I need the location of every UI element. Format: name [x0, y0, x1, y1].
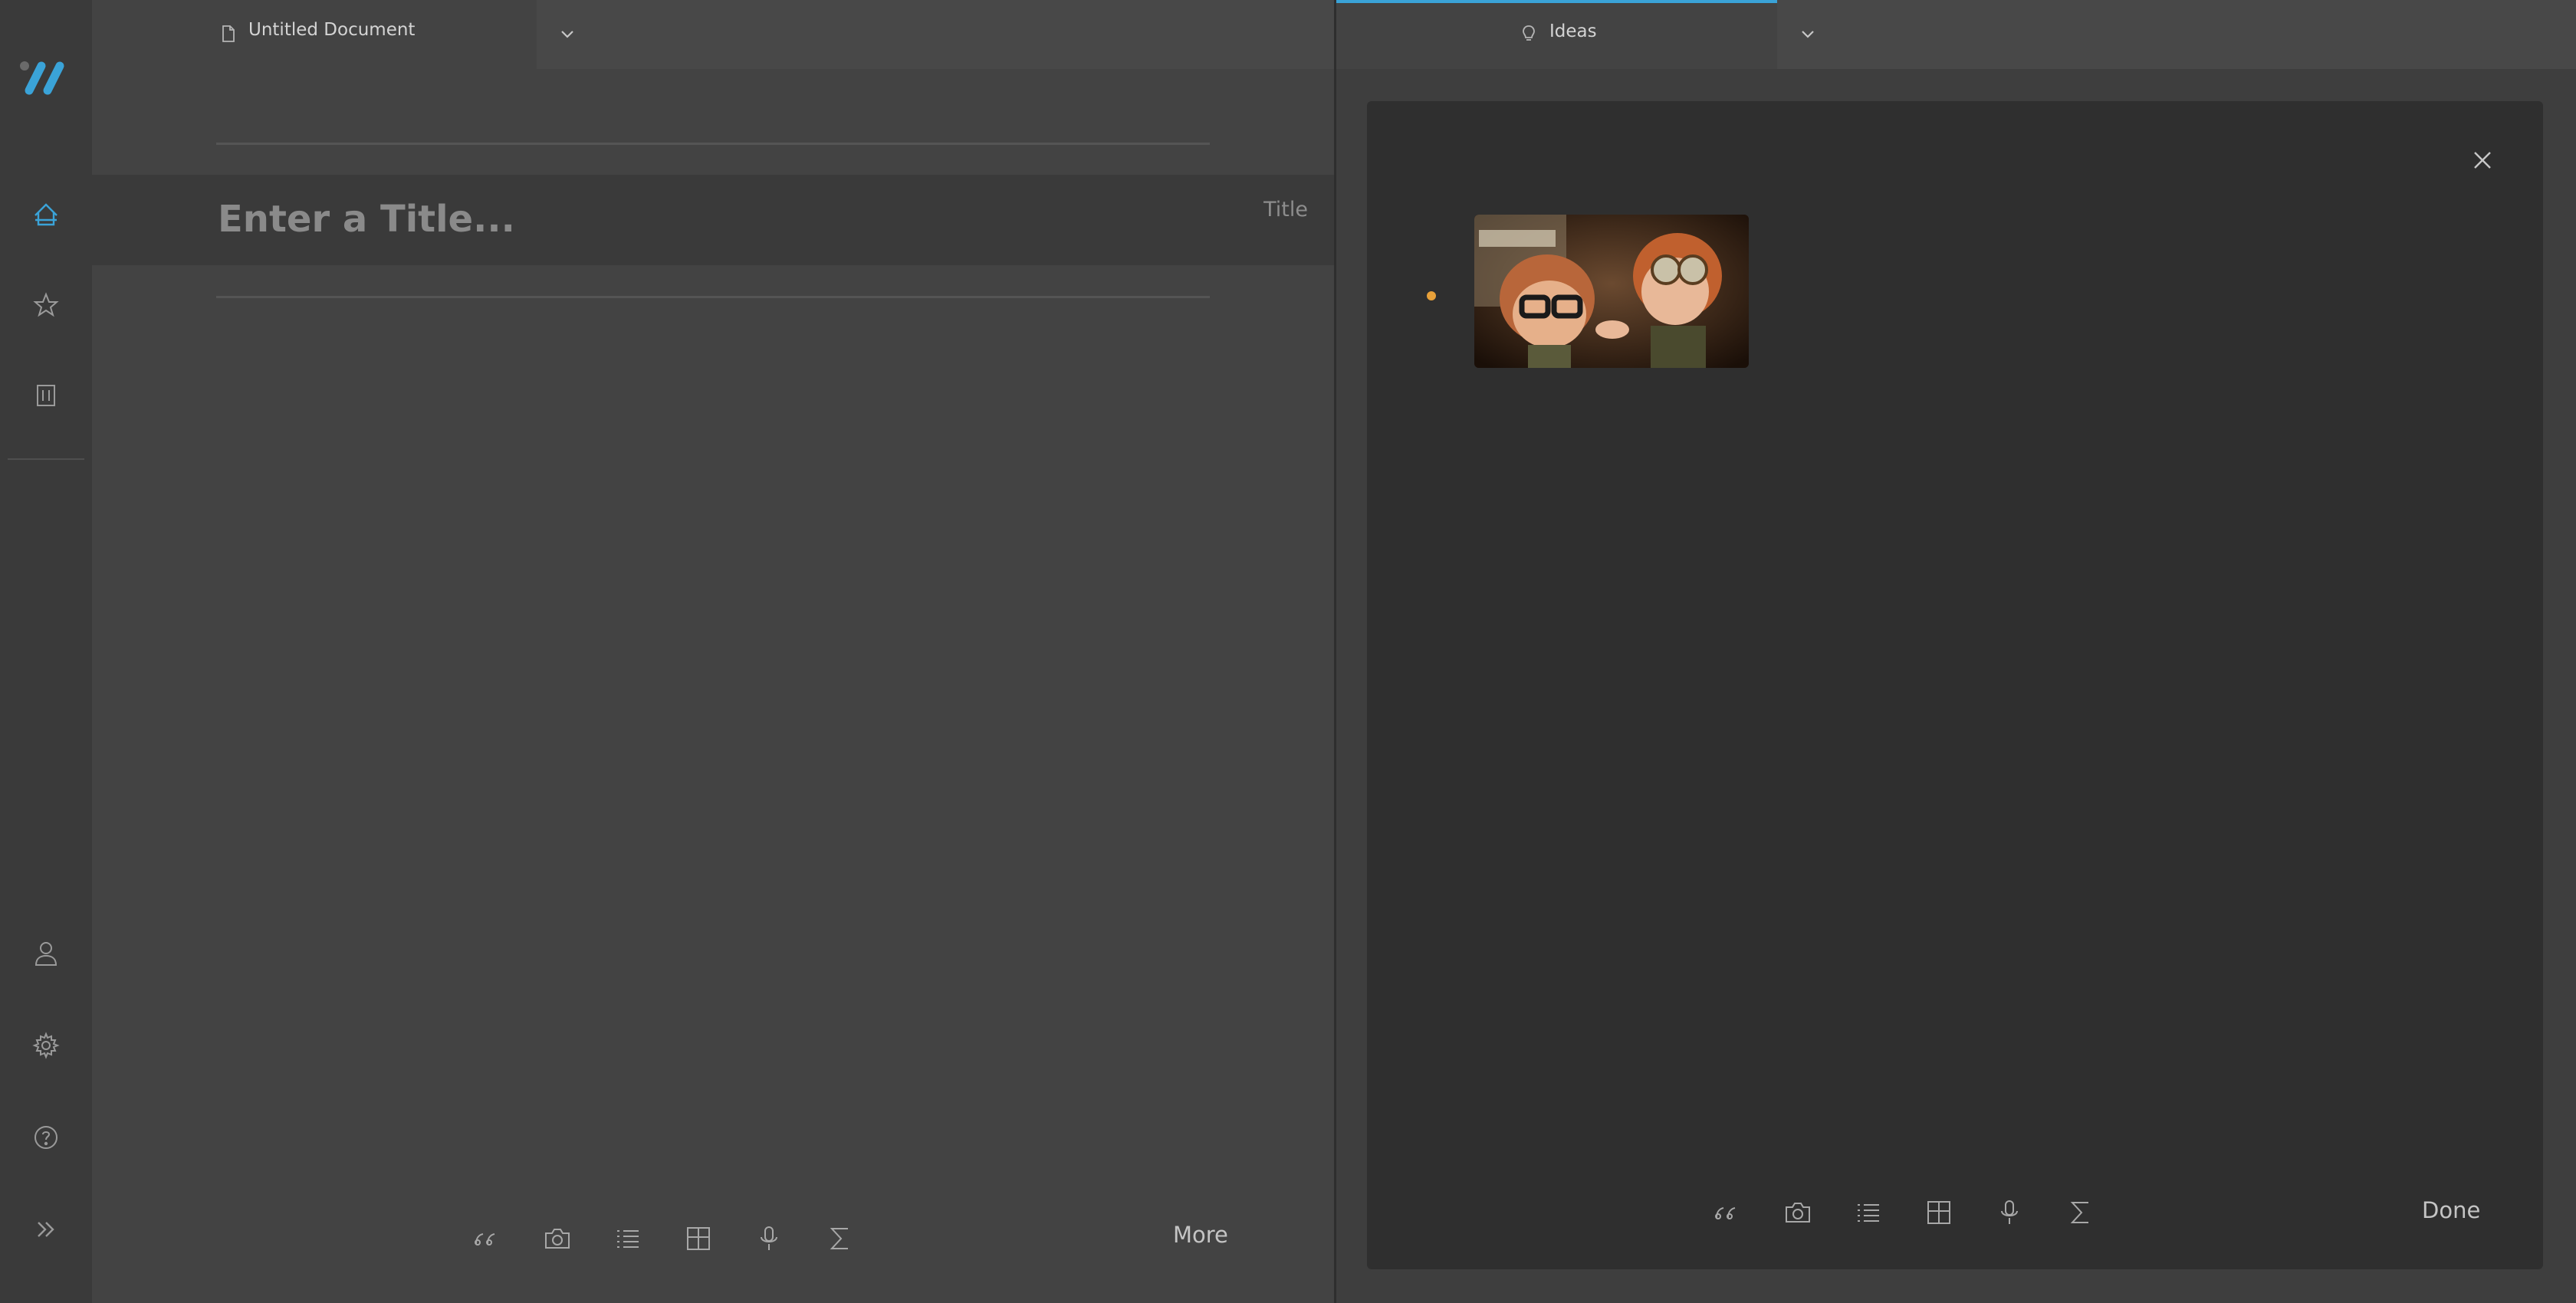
tab-label: Ideas [1549, 21, 1597, 41]
title-style-tag[interactable]: Title [1263, 198, 1308, 222]
list-icon [615, 1228, 641, 1249]
close-icon [2472, 149, 2493, 171]
lightbulb-icon [1522, 25, 1536, 43]
formula-button[interactable] [816, 1216, 863, 1262]
camera-button[interactable] [534, 1216, 580, 1262]
document-icon [221, 25, 236, 43]
tab-untitled-document[interactable]: Untitled Document [92, 0, 537, 69]
help-icon [33, 1124, 59, 1150]
bottom-rule [216, 296, 1210, 298]
sidebar-item-help[interactable] [23, 1114, 69, 1160]
document-pane: Untitled Document Title [92, 0, 1334, 1303]
star-icon [33, 292, 59, 318]
camera-icon [544, 1227, 571, 1250]
chevron-down-icon [1800, 29, 1815, 40]
sidebar-item-expand[interactable] [23, 1206, 69, 1252]
tab-menu-button[interactable] [537, 0, 598, 69]
microphone-icon [758, 1225, 780, 1252]
sidebar-item-account[interactable] [23, 930, 69, 976]
attached-image[interactable] [1474, 215, 1749, 368]
table-button[interactable] [675, 1216, 721, 1262]
app-logo[interactable] [18, 60, 77, 97]
sidebar-item-home[interactable] [23, 192, 69, 238]
table-icon [685, 1226, 711, 1252]
chevron-down-icon [560, 29, 575, 40]
microphone-button[interactable] [746, 1216, 792, 1262]
sidebar-item-settings[interactable] [23, 1022, 69, 1068]
list-icon [1855, 1202, 1881, 1223]
gear-icon [32, 1032, 60, 1059]
top-rule [216, 143, 1210, 145]
sigma-icon [829, 1226, 850, 1252]
list-button[interactable] [605, 1216, 651, 1262]
quote-button[interactable] [1704, 1190, 1750, 1236]
quote-button[interactable] [463, 1216, 509, 1262]
trash-icon [34, 382, 58, 409]
quote-icon [1714, 1204, 1740, 1221]
table-icon [1926, 1200, 1952, 1226]
bullet-dot [1427, 291, 1436, 300]
microphone-icon [1999, 1199, 2020, 1226]
close-button[interactable] [2463, 141, 2502, 179]
camera-icon [1784, 1201, 1812, 1224]
user-icon [33, 940, 59, 967]
tab-label: Untitled Document [248, 20, 416, 40]
double-chevron-right-icon [34, 1219, 58, 1239]
sidebar-item-trash[interactable] [23, 373, 69, 418]
sigma-icon [2069, 1200, 2091, 1226]
home-icon [31, 200, 61, 229]
tab-menu-button[interactable] [1777, 0, 1838, 69]
microphone-button[interactable] [1986, 1190, 2032, 1236]
table-button[interactable] [1916, 1190, 1962, 1236]
sidebar-divider [8, 458, 84, 460]
sidebar [0, 0, 92, 1303]
title-input[interactable] [216, 184, 1216, 254]
more-button[interactable]: More [1173, 1222, 1228, 1248]
ideas-pane: Ideas Done [1336, 0, 2576, 1303]
camera-button[interactable] [1775, 1190, 1821, 1236]
quote-icon [473, 1230, 499, 1247]
done-button[interactable]: Done [2422, 1197, 2480, 1223]
list-button[interactable] [1845, 1190, 1891, 1236]
tab-ideas[interactable]: Ideas [1336, 0, 1777, 69]
idea-card: Done [1367, 101, 2543, 1269]
formula-button[interactable] [2057, 1190, 2103, 1236]
sidebar-item-favorites[interactable] [23, 282, 69, 328]
